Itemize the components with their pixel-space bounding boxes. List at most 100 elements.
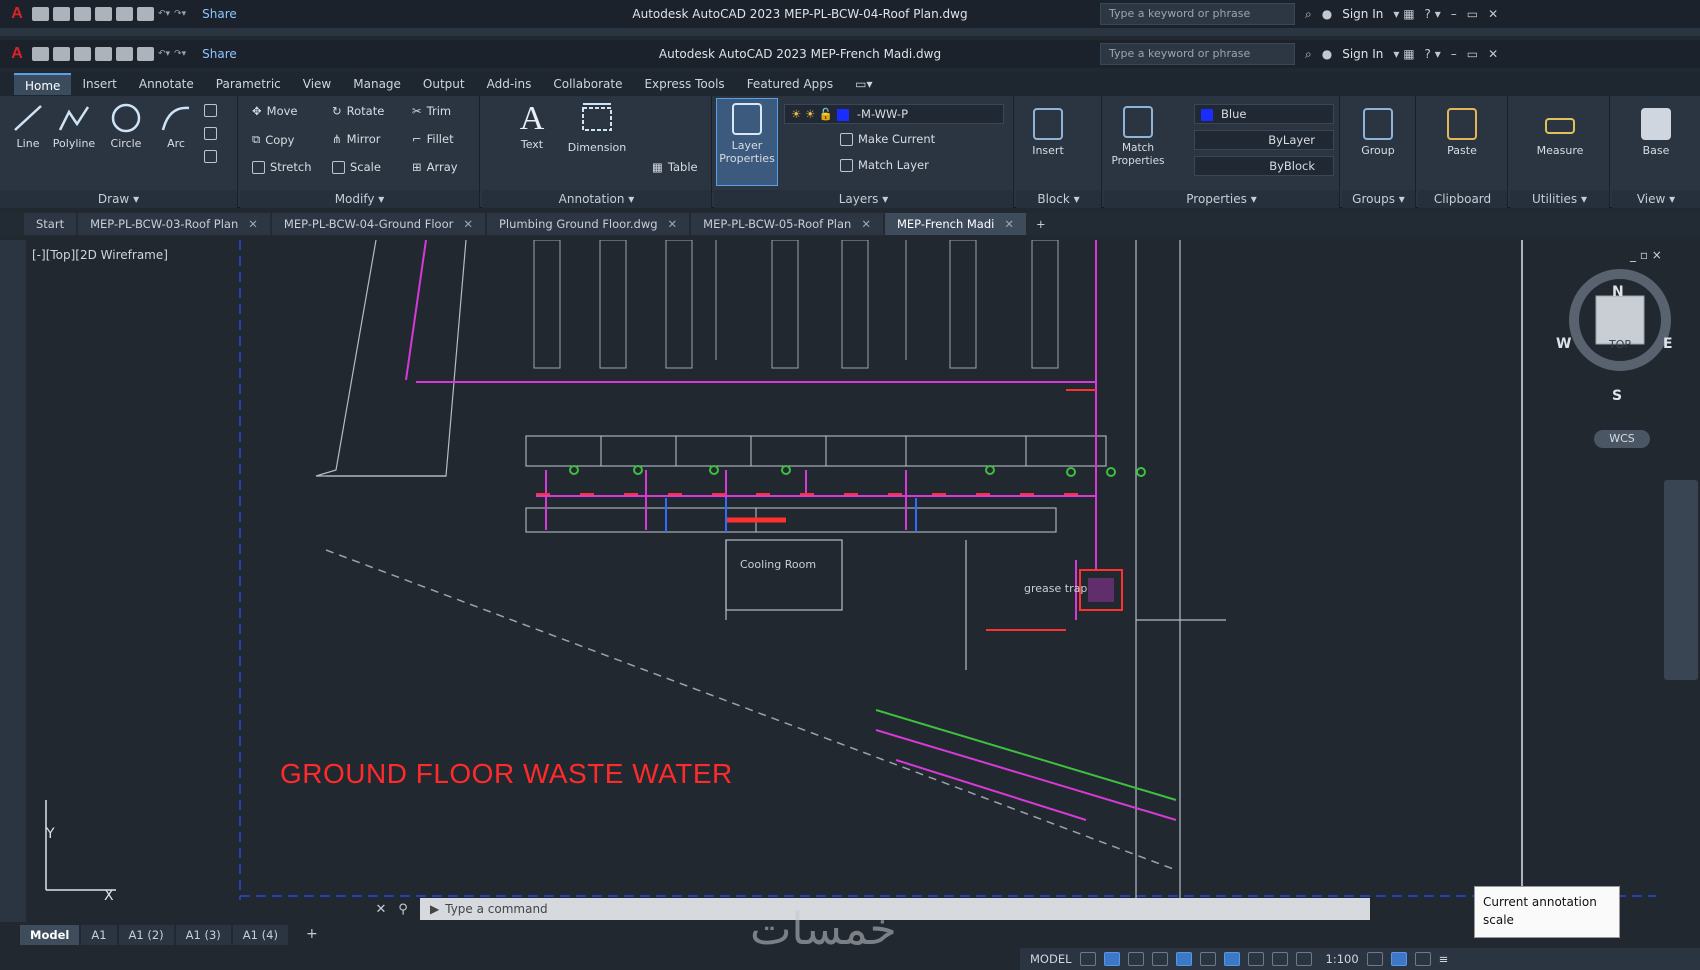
measure-button[interactable]: Measure [1530,104,1590,157]
match-layer-button[interactable]: Match Layer [840,158,929,172]
share-button[interactable]: Share [202,47,237,61]
close-icon[interactable]: ✕ [1488,47,1498,61]
viewcube-top-label[interactable]: TOP [1609,338,1631,351]
grid-icon[interactable] [1079,952,1096,966]
redo-icon[interactable]: ↷▾ [174,9,186,19]
match-properties-button[interactable]: Match Properties [1108,102,1168,168]
document-tab[interactable]: MEP-PL-BCW-03-Roof Plan ✕ [78,213,270,235]
document-tab[interactable]: Start [24,213,77,235]
dimension-button[interactable]: Dimension [562,100,632,154]
ribbon-tab-collaborate[interactable]: Collaborate [542,73,633,95]
compass-north[interactable]: N [1612,284,1624,300]
ribbon-overflow-icon[interactable]: ▭▾ [844,73,883,95]
compass-south[interactable]: S [1612,388,1622,404]
group-button[interactable]: Group [1352,104,1404,157]
ribbon-tab-manage[interactable]: Manage [342,73,412,95]
restore-icon[interactable]: ▭ [1467,47,1478,61]
sign-in-button[interactable]: Sign In [1342,47,1383,61]
insert-button[interactable]: Insert [1022,104,1074,157]
arc-button[interactable]: Arc [150,102,202,150]
print-icon[interactable] [116,7,133,21]
ortho-icon[interactable] [1127,952,1144,966]
snap-icon[interactable] [1103,952,1120,966]
layout-tab[interactable]: Model [20,925,80,945]
cart-icon[interactable]: ▾ ▦ [1393,47,1414,61]
annotation-visibility-icon[interactable] [1223,952,1240,966]
close-tab-icon[interactable]: ✕ [463,213,473,235]
layout-tab[interactable]: A1 [81,925,117,945]
close-tab-icon[interactable]: ✕ [1004,213,1014,235]
view-panel-title[interactable]: View ▾ [1612,190,1700,208]
annotation-panel-title[interactable]: Annotation ▾ [482,190,711,208]
linetype-dropdown[interactable]: ByBlock [1194,156,1334,176]
scale-button[interactable]: Scale [332,160,381,174]
layout-tab[interactable]: A1 (3) [175,925,231,945]
ribbon-tab-parametric[interactable]: Parametric [205,73,292,95]
clipboard-panel-title[interactable]: Clipboard [1418,190,1507,208]
undo-icon[interactable]: ↶▾ [158,49,170,59]
properties-panel-title[interactable]: Properties ▾ [1104,190,1339,208]
new-icon[interactable] [32,47,49,61]
help-icon[interactable]: ? ▾ [1425,47,1441,61]
wcs-menu[interactable]: WCS [1594,430,1650,448]
search-icon[interactable]: ⌕ [1305,47,1312,62]
print-icon[interactable] [116,47,133,61]
layers-panel-title[interactable]: Layers ▾ [714,190,1013,208]
help-icon[interactable]: ? ▾ [1425,7,1441,21]
mirror-button[interactable]: ⋔ Mirror [332,132,381,146]
cart-icon[interactable]: ▾ ▦ [1393,7,1414,21]
polar-icon[interactable] [1151,952,1168,966]
search-input[interactable]: Type a keyword or phrase [1100,43,1295,65]
undo-icon[interactable]: ↶▾ [158,9,170,19]
ribbon-tab-home[interactable]: Home [14,73,72,95]
close-command-line-icon[interactable]: ✕ [370,902,392,917]
rectangle-icon[interactable] [204,104,217,117]
viewport-controls-label[interactable]: [-][Top][2D Wireframe] [32,248,168,262]
array-button[interactable]: ⊞ Array [412,160,458,174]
close-tab-icon[interactable]: ✕ [668,213,678,235]
polyline-button[interactable]: Polyline [48,102,100,150]
close-tab-icon[interactable]: ✕ [248,213,258,235]
isolate-objects-icon[interactable] [1366,952,1383,966]
layout-tab[interactable]: A1 (4) [232,925,288,945]
customization-menu-icon[interactable]: ≡ [1439,952,1449,966]
close-icon[interactable]: ✕ [1488,7,1498,21]
drawing-canvas[interactable] [26,239,1700,922]
clean-screen-icon[interactable] [1414,952,1431,966]
annotation-monitor-icon[interactable] [1295,952,1312,966]
compass-west[interactable]: W [1556,336,1571,352]
open-icon[interactable] [53,47,70,61]
modify-panel-title[interactable]: Modify ▾ [240,190,479,208]
object-snap-icon[interactable] [1175,952,1192,966]
ribbon-tab-add-ins[interactable]: Add-ins [476,73,543,95]
close-tab-icon[interactable]: ✕ [861,213,871,235]
fillet-button[interactable]: ⌐ Fillet [412,132,454,146]
table-button[interactable]: ▦ Table [652,160,698,174]
navigation-bar[interactable] [1664,480,1698,680]
model-space-button[interactable]: MODEL [1030,952,1072,966]
line-button[interactable]: Line [2,102,54,150]
redo-icon[interactable]: ↷▾ [174,49,186,59]
gradient-icon[interactable] [204,150,217,163]
new-icon[interactable] [32,7,49,21]
color-dropdown[interactable]: Blue [1194,104,1334,124]
auto-scale-icon[interactable] [1247,952,1264,966]
minimize-icon[interactable]: – [1451,47,1457,61]
hardware-acceleration-icon[interactable] [1390,952,1407,966]
ribbon-tab-featured-apps[interactable]: Featured Apps [736,73,844,95]
sign-in-button[interactable]: Sign In [1342,7,1383,21]
search-icon[interactable]: ⌕ [1305,7,1312,22]
base-button[interactable]: Base [1630,104,1682,157]
compass-east[interactable]: E [1663,336,1673,352]
autocad-logo-icon[interactable]: A [6,45,28,63]
document-tab[interactable]: MEP-PL-BCW-04-Ground Floor ✕ [271,213,485,235]
trim-button[interactable]: ✂ Trim [412,104,451,118]
lineweight-icon[interactable] [1199,952,1216,966]
utilities-panel-title[interactable]: Utilities ▾ [1510,190,1609,208]
save-icon[interactable] [74,47,91,61]
new-tab-icon[interactable]: + [1028,213,1054,235]
ribbon-tab-insert[interactable]: Insert [71,73,127,95]
paste-button[interactable]: Paste [1436,104,1488,157]
ribbon-tab-output[interactable]: Output [412,73,476,95]
save-as-icon[interactable] [95,7,112,21]
